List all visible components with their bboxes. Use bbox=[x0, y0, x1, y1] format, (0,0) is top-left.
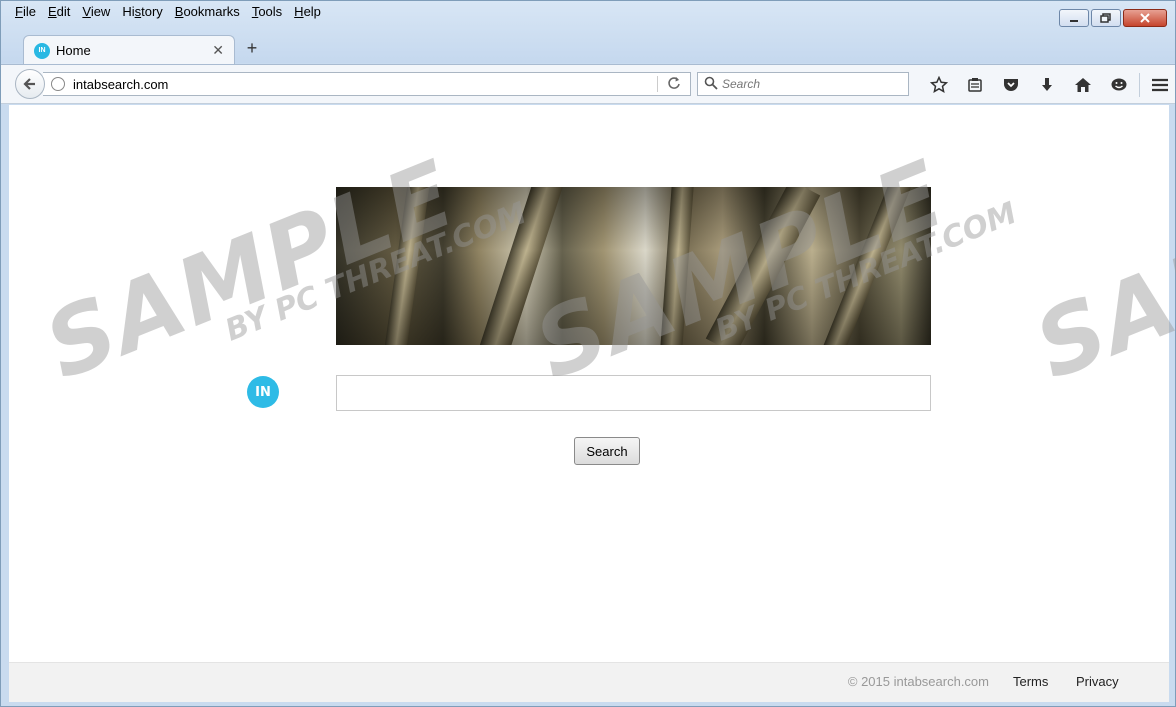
title-bar: File Edit View History Bookmarks Tools H… bbox=[1, 1, 1175, 65]
url-text[interactable]: intabsearch.com bbox=[73, 77, 657, 92]
page-footer: © 2015 intabsearch.com Terms Privacy bbox=[9, 662, 1169, 702]
close-icon bbox=[1140, 13, 1150, 23]
menu-file[interactable]: File bbox=[9, 3, 42, 21]
home-icon[interactable] bbox=[1065, 73, 1101, 97]
restore-button[interactable] bbox=[1091, 9, 1121, 27]
search-placeholder: Search bbox=[722, 77, 761, 91]
copyright-text: © 2015 intabsearch.com bbox=[847, 674, 989, 689]
bookmarks-list-icon[interactable] bbox=[957, 73, 993, 97]
search-button[interactable]: Search bbox=[574, 437, 640, 465]
browser-search-box[interactable]: Search bbox=[697, 72, 909, 96]
back-arrow-icon bbox=[23, 78, 35, 90]
menu-help[interactable]: Help bbox=[288, 3, 327, 21]
menu-edit[interactable]: Edit bbox=[42, 3, 76, 21]
tab-favicon-icon: IN bbox=[34, 42, 50, 59]
window-controls bbox=[1059, 9, 1167, 27]
tab-title: Home bbox=[56, 43, 91, 58]
menu-bookmarks[interactable]: Bookmarks bbox=[169, 3, 246, 21]
toolbar-divider bbox=[1139, 73, 1140, 97]
search-input[interactable] bbox=[336, 375, 931, 411]
url-bar[interactable]: intabsearch.com bbox=[43, 72, 691, 96]
reload-icon[interactable] bbox=[658, 76, 690, 93]
hamburger-menu-icon[interactable] bbox=[1142, 73, 1176, 97]
terms-link[interactable]: Terms bbox=[1013, 674, 1048, 689]
restore-icon bbox=[1100, 13, 1111, 23]
new-tab-button[interactable]: + bbox=[243, 38, 261, 59]
download-icon[interactable] bbox=[1029, 73, 1065, 97]
close-window-button[interactable] bbox=[1123, 9, 1167, 27]
bookmark-star-icon[interactable] bbox=[921, 73, 957, 97]
privacy-link[interactable]: Privacy bbox=[1076, 674, 1119, 689]
browser-window: File Edit View History Bookmarks Tools H… bbox=[0, 0, 1176, 707]
navigation-toolbar: intabsearch.com Search bbox=[1, 64, 1175, 104]
search-icon bbox=[704, 76, 718, 93]
minimize-button[interactable] bbox=[1059, 9, 1089, 27]
back-button[interactable] bbox=[15, 69, 45, 99]
pocket-icon[interactable] bbox=[993, 73, 1029, 97]
chat-icon[interactable] bbox=[1101, 73, 1137, 97]
tab-home[interactable]: IN Home ✕ bbox=[23, 35, 235, 65]
menu-bar: File Edit View History Bookmarks Tools H… bbox=[9, 3, 327, 21]
menu-history[interactable]: History bbox=[116, 3, 168, 21]
menu-view[interactable]: View bbox=[76, 3, 116, 21]
minimize-icon bbox=[1070, 20, 1078, 22]
menu-tools[interactable]: Tools bbox=[246, 3, 288, 21]
intabsearch-logo: IN bbox=[247, 376, 279, 408]
tab-close-icon[interactable]: ✕ bbox=[212, 42, 224, 59]
toolbar-icons bbox=[921, 73, 1176, 97]
globe-icon bbox=[51, 77, 65, 91]
page-content: IN Search © 2015 intabsearch.com Terms P… bbox=[9, 105, 1169, 702]
bamboo-banner-image bbox=[336, 187, 931, 345]
